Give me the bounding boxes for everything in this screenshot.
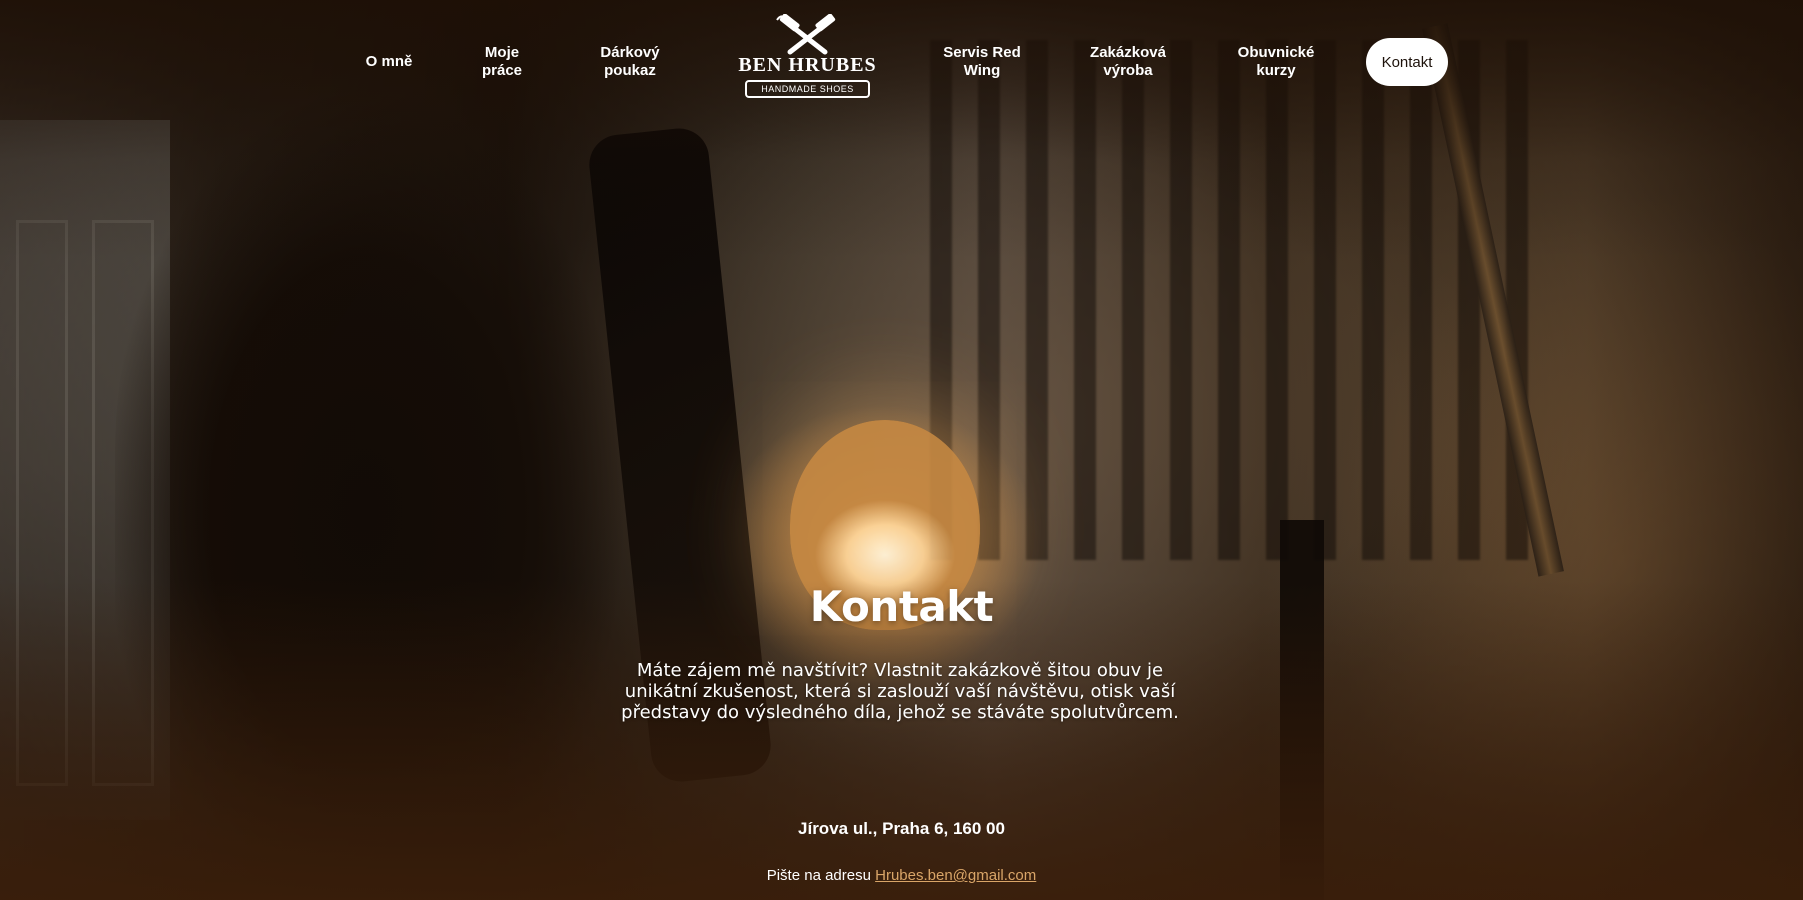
nav-item-zakazkova-vyroba[interactable]: Zakázková výroba [1090,44,1166,80]
intro-paragraph: Máte zájem mě navštívit? Vlastnit zakázk… [605,660,1195,723]
crossed-hammers-icon [776,14,836,55]
email-prefix: Pište na adresu [766,867,871,884]
nav-contact-button[interactable]: Kontakt [1366,38,1448,86]
nav-item-label: Moje [484,44,520,61]
address-text: Jírova ul., Praha 6, 160 00 [798,819,1005,838]
nav-item-label: Zakázková [1090,44,1166,61]
nav-item-label: výroba [1103,62,1153,79]
brand-logo[interactable]: BEN HRUBES HANDMADE SHOES [735,14,880,104]
intro-line: unikátní zkušenost, která si zaslouží va… [624,681,1176,702]
intro-line: Máte zájem mě navštívit? Vlastnit zakázk… [636,660,1164,681]
nav-item-label: Wing [963,62,1001,79]
nav-item-label: Servis Red [943,44,1021,61]
nav-item-label: práce [481,62,523,79]
intro-line: představy do výsledného díla, jehož se s… [621,702,1179,723]
nav-item-label: Dárkový [600,44,660,61]
nav-item-label: Obuvnické [1237,44,1315,61]
nav-item-label: kurzy [1256,62,1296,79]
email-link[interactable]: Hrubes.ben@gmail.com [875,867,1036,884]
nav-item-label: poukaz [604,62,656,79]
nav-item-moje-prace[interactable]: Moje práce [482,44,522,80]
email-line: Pište na adresu Hrubes.ben@gmail.com [0,867,1803,884]
logo-name: BEN HRUBES [738,54,877,76]
nav-item-obuvnicke-kurzy[interactable]: Obuvnické kurzy [1238,44,1315,80]
page-title: Kontakt [809,582,994,631]
nav-item-servis-red-wing[interactable]: Servis Red Wing [943,44,1021,80]
main-navigation: O mně Moje práce Dárkový poukaz BEN HRUB… [0,0,1803,120]
logo-tagline: HANDMADE SHOES [745,80,870,98]
nav-item-o-mne[interactable]: O mně [366,53,413,71]
background-overlay [0,0,1803,900]
nav-item-label: O mně [365,53,413,70]
nav-item-darkovy-poukaz[interactable]: Dárkový poukaz [600,44,659,80]
